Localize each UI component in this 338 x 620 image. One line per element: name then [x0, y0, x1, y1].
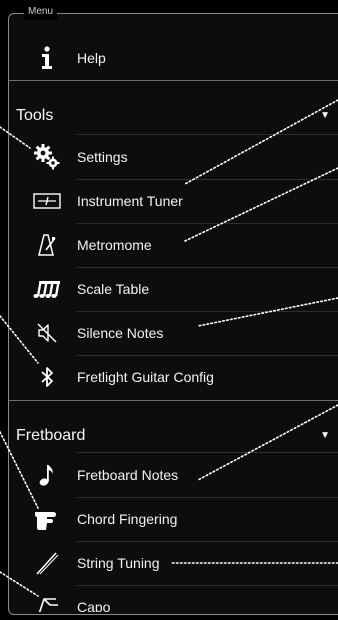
tuner-icon: [33, 187, 61, 215]
music-note-icon: [33, 461, 61, 489]
mute-speaker-icon: [33, 319, 61, 347]
menu-item-label: Fretboard Notes: [77, 467, 179, 483]
menu-item-chord-fingering[interactable]: Chord Fingering: [9, 497, 338, 541]
menu-item-label: Chord Fingering: [77, 511, 178, 527]
hand-icon: [33, 505, 61, 533]
side-menu: Help Tools ▼ Settings Instrument Tuner M…: [9, 14, 338, 612]
section-title: Tools: [16, 107, 54, 124]
menu-item-silence-notes[interactable]: Silence Notes: [9, 311, 338, 355]
menu-item-settings[interactable]: Settings: [9, 135, 338, 179]
menu-item-fretlight-config[interactable]: Fretlight Guitar Config: [9, 355, 338, 399]
guitar-string-icon: [33, 549, 61, 577]
menu-item-label: Fretlight Guitar Config: [77, 369, 214, 385]
menu-item-instrument-tuner[interactable]: Instrument Tuner: [9, 179, 338, 223]
menu-item-label: Metromome: [77, 237, 152, 253]
gears-icon: [33, 143, 61, 171]
menu-item-capo[interactable]: Capo: [9, 585, 338, 612]
section-header-tools[interactable]: Tools ▼: [9, 102, 338, 132]
menu-item-fretboard-notes[interactable]: Fretboard Notes: [9, 453, 338, 497]
menu-item-label: String Tuning: [77, 555, 160, 571]
divider: [9, 80, 338, 81]
metronome-icon: [33, 231, 61, 259]
menu-item-label: Silence Notes: [77, 325, 164, 341]
section-header-fretboard[interactable]: Fretboard ▼: [9, 422, 338, 452]
menu-item-label: Scale Table: [77, 281, 150, 297]
app-screen: Menu Help Tools ▼ Settings Instrument Tu…: [0, 0, 338, 620]
capo-icon: [33, 593, 61, 612]
section-title: Fretboard: [16, 427, 86, 444]
bluetooth-icon: [33, 363, 61, 391]
menu-item-scale-table[interactable]: Scale Table: [9, 267, 338, 311]
divider: [9, 400, 338, 401]
menu-item-help[interactable]: Help: [9, 36, 338, 80]
menu-item-label: Help: [77, 50, 106, 66]
scale-table-icon: [33, 275, 61, 303]
menu-item-label: Instrument Tuner: [77, 193, 183, 209]
menu-item-string-tuning[interactable]: String Tuning: [9, 541, 338, 585]
menu-item-metronome[interactable]: Metromome: [9, 223, 338, 267]
collapse-arrow-icon[interactable]: ▼: [320, 430, 330, 441]
info-icon: [33, 44, 61, 72]
menu-item-label: Settings: [77, 149, 128, 165]
menu-item-label: Capo: [77, 599, 111, 612]
collapse-arrow-icon[interactable]: ▼: [320, 110, 330, 121]
